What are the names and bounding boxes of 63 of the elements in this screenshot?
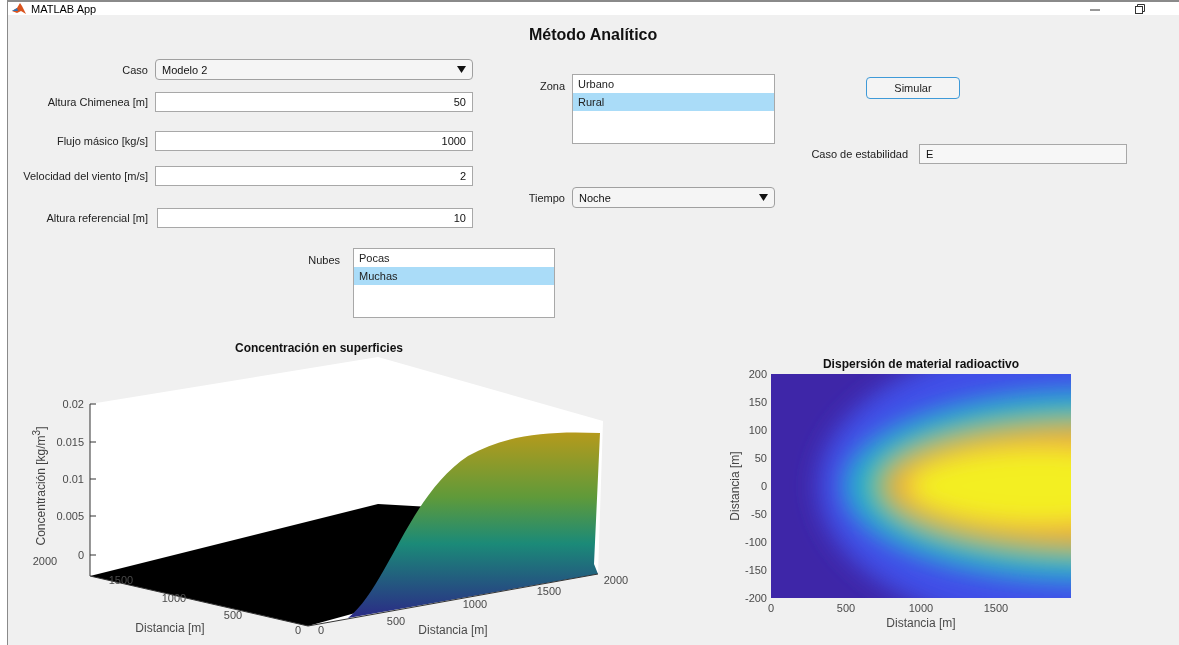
- tick-label: 0.015: [56, 436, 84, 448]
- tick-label: 0: [294, 624, 302, 636]
- tick-label: 1000: [161, 592, 187, 604]
- tick-label: 500: [386, 615, 406, 627]
- tick-label: -100: [744, 536, 767, 548]
- list-item[interactable]: Rural: [573, 93, 774, 111]
- tick-label: -150: [744, 564, 767, 576]
- list-box[interactable]: Urbano Rural: [572, 74, 775, 144]
- tick-label: 2000: [603, 574, 628, 586]
- tick-label: 1000: [908, 602, 934, 614]
- list-box[interactable]: Pocas Muchas: [353, 248, 555, 318]
- tick-label: -200: [744, 592, 767, 604]
- input-field[interactable]: 10: [157, 208, 473, 228]
- axis-label: Distancia [m]: [418, 623, 488, 637]
- field-label: Altura referencial [m]: [45, 212, 148, 224]
- dropdown[interactable]: Noche: [572, 187, 775, 208]
- field-label: Velocidad del viento [m/s]: [22, 170, 148, 182]
- tick-label: 50: [754, 452, 767, 464]
- restore-icon[interactable]: [1135, 3, 1145, 14]
- input-field[interactable]: 50: [155, 92, 473, 112]
- tick-label: 0.02: [62, 398, 84, 410]
- field-label: Altura Chimenea [m]: [46, 96, 148, 108]
- field-label: Caso de estabilidad: [810, 148, 908, 160]
- tick-label: 0: [760, 480, 767, 492]
- list-item[interactable]: Pocas: [354, 249, 554, 267]
- chart-title: Dispersión de material radioactivo: [822, 357, 1020, 371]
- tick-label: 1500: [108, 574, 134, 586]
- list-item[interactable]: Urbano: [573, 75, 774, 93]
- tick-label: 0: [767, 602, 775, 614]
- axis-label: Distancia [m]: [886, 616, 956, 630]
- page-heading: Método Analítico: [528, 25, 659, 45]
- tick-label: 100: [748, 424, 767, 436]
- tick-label: 500: [836, 602, 856, 614]
- field-label: Caso: [121, 63, 148, 76]
- tick-label: 2000: [32, 555, 58, 567]
- tick-label: 0: [317, 624, 325, 636]
- chart-title: Concentración en superficies: [235, 341, 403, 355]
- tick-label: 1500: [983, 602, 1009, 614]
- field-label: Zona: [538, 79, 565, 92]
- dropdown[interactable]: Modelo 2: [155, 59, 473, 80]
- input-field[interactable]: E: [919, 144, 1127, 164]
- field-label: Nubes: [307, 253, 340, 268]
- caret-icon: [759, 194, 768, 201]
- list-item[interactable]: Muchas: [354, 267, 554, 285]
- field-label: Tiempo: [527, 191, 565, 204]
- tick-label: 0.01: [62, 473, 84, 485]
- axis-label: Distancia [m]: [728, 451, 742, 521]
- field-label: Flujo másico [kg/s]: [55, 135, 148, 147]
- input-field[interactable]: 2: [155, 166, 473, 186]
- tick-label: 150: [748, 396, 767, 408]
- tick-label: 0.005: [56, 510, 84, 522]
- window-title: MATLAB App: [31, 2, 98, 15]
- axis-label: Distancia [m]: [135, 621, 205, 635]
- caret-icon: [457, 66, 466, 73]
- tick-label: 500: [223, 609, 243, 621]
- tick-label: 0: [77, 549, 84, 561]
- tick-label: -50: [751, 508, 767, 520]
- input-field[interactable]: 1000: [155, 131, 473, 151]
- tick-label: 1000: [462, 598, 488, 610]
- app-logo-icon: [12, 2, 26, 15]
- tick-label: 1500: [536, 585, 562, 597]
- tick-label: 200: [748, 368, 767, 380]
- simulate-button[interactable]: Simular: [866, 77, 960, 99]
